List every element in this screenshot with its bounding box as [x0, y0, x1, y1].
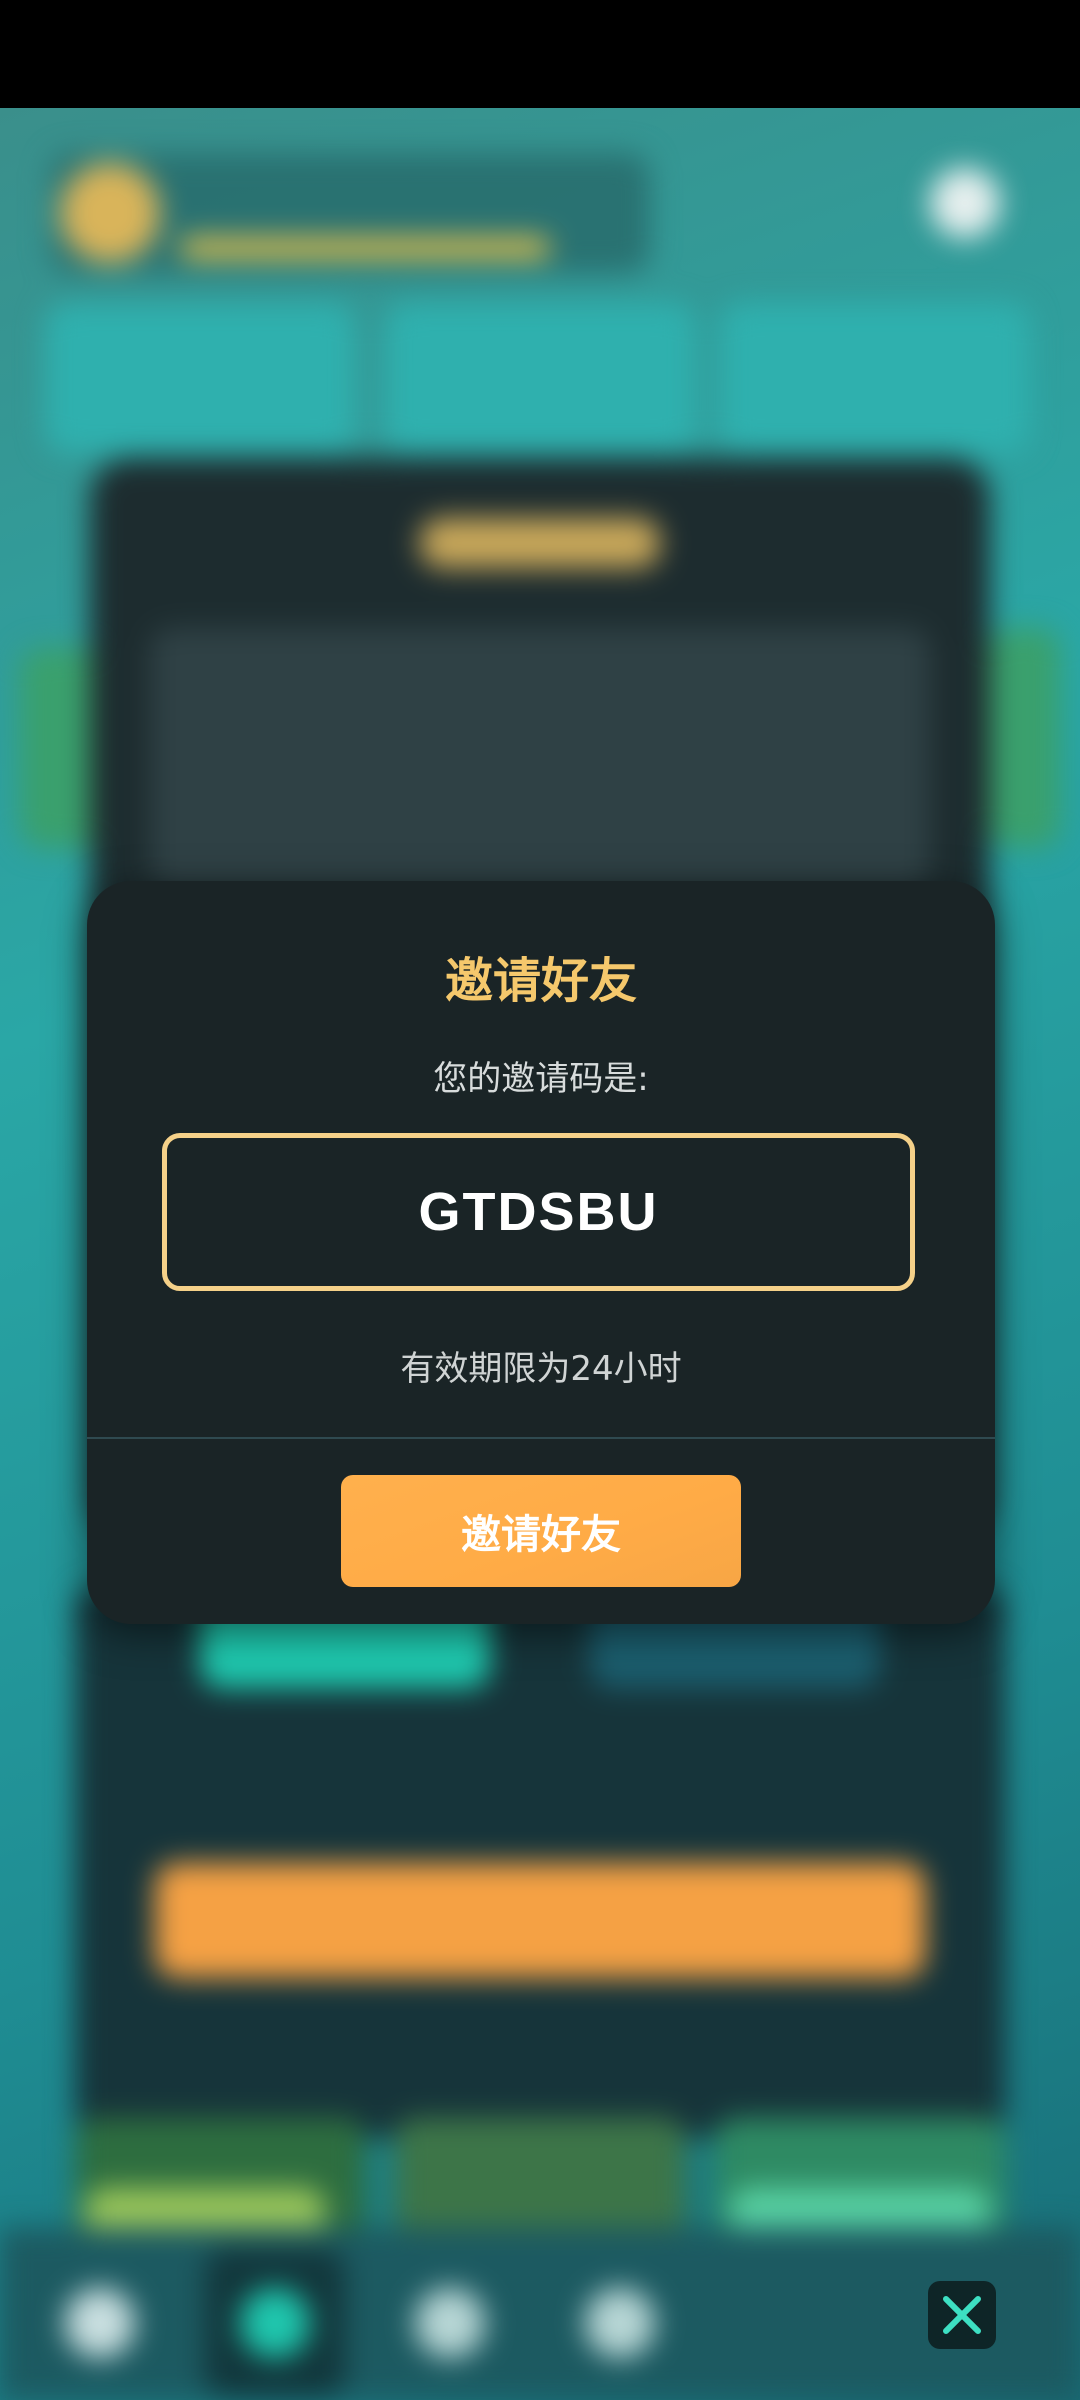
dialog-title: 邀请好友 — [444, 953, 637, 1009]
divider — [87, 1437, 995, 1439]
status-bar — [0, 0, 1080, 108]
validity-text: 有效期限为24小时 — [400, 1349, 682, 1389]
close-icon — [939, 2292, 985, 2338]
invite-code-label: 您的邀请码是: — [433, 1059, 649, 1099]
invite-friends-button[interactable]: 邀请好友 — [341, 1475, 741, 1587]
close-button[interactable] — [928, 2281, 996, 2349]
invite-dialog: 邀请好友 您的邀请码是: GTDSBU 有效期限为24小时 邀请好友 — [87, 881, 995, 1624]
invite-code: GTDSBU — [418, 1182, 659, 1242]
invite-code-box: GTDSBU — [162, 1133, 915, 1291]
